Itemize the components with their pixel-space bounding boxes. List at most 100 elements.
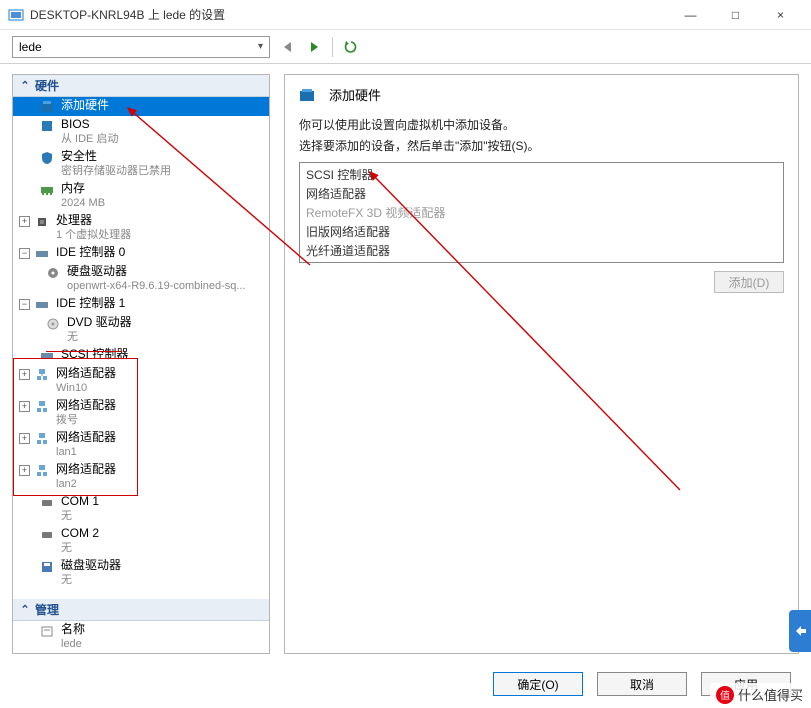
watermark-icon: 值	[716, 686, 734, 704]
ok-button[interactable]: 确定(O)	[493, 672, 583, 696]
cancel-button[interactable]: 取消	[597, 672, 687, 696]
controller-icon	[34, 246, 50, 262]
tree-scsi[interactable]: SCSI 控制器	[13, 346, 269, 365]
maximize-button[interactable]: □	[713, 0, 758, 29]
tree-item-sublabel: lede	[61, 637, 85, 652]
controller-icon	[34, 297, 50, 313]
tree-item-sublabel: 无	[61, 509, 99, 524]
tree-item-label: COM 1	[61, 494, 99, 509]
chip-icon	[39, 118, 55, 134]
tree-dvd[interactable]: DVD 驱动器无	[13, 314, 269, 346]
tree-item-label: DVD 驱动器	[67, 315, 132, 330]
tree-name[interactable]: 名称lede	[13, 621, 269, 653]
side-tab-icon[interactable]	[789, 610, 811, 652]
expander-icon[interactable]: −	[19, 248, 30, 259]
tree-item-label: 硬盘驱动器	[67, 264, 246, 279]
app-icon	[8, 7, 24, 23]
network-icon	[34, 431, 50, 447]
hardware-section-header[interactable]: ⌃ 硬件	[13, 75, 269, 97]
tree-ide1[interactable]: − IDE 控制器 1	[13, 295, 269, 314]
tree-ide0[interactable]: − IDE 控制器 0	[13, 244, 269, 263]
tree-item-label: BIOS	[61, 117, 118, 132]
close-button[interactable]: ×	[758, 0, 803, 29]
tree-item-sublabel: 密钥存储驱动器已禁用	[61, 164, 171, 179]
tree-processor[interactable]: + 处理器1 个虚拟处理器	[13, 212, 269, 244]
network-icon	[34, 399, 50, 415]
expander-icon[interactable]: +	[19, 401, 30, 412]
tree-item-label: 网络适配器	[56, 430, 116, 445]
tree-item-sublabel: 拨号	[56, 413, 116, 428]
tree-com2[interactable]: COM 2无	[13, 525, 269, 557]
window-title: DESKTOP-KNRL94B 上 lede 的设置	[30, 6, 668, 23]
tree-item-sublabel: 无	[61, 573, 121, 588]
tree-security[interactable]: 安全性密钥存储驱动器已禁用	[13, 148, 269, 180]
tree-item-label: SCSI 控制器	[61, 347, 128, 362]
titlebar: DESKTOP-KNRL94B 上 lede 的设置 — □ ×	[0, 0, 811, 30]
tree-item-label: 磁盘驱动器	[61, 558, 121, 573]
cpu-icon	[34, 214, 50, 230]
chevron-up-icon: ⌃	[19, 603, 31, 616]
chevron-down-icon: ▾	[258, 41, 263, 52]
available-devices-list[interactable]: SCSI 控制器 网络适配器 RemoteFX 3D 视频适配器 旧版网络适配器…	[299, 162, 784, 263]
tree-item-label: COM 2	[61, 526, 99, 541]
device-option-legacy-network[interactable]: 旧版网络适配器	[302, 222, 781, 241]
com-port-icon	[39, 527, 55, 543]
controller-icon	[39, 348, 55, 364]
tree-add-hardware[interactable]: 添加硬件	[13, 97, 269, 116]
tree-floppy[interactable]: 磁盘驱动器无	[13, 557, 269, 589]
details-panel: 添加硬件 你可以使用此设置向虚拟机中添加设备。 选择要添加的设备，然后单击"添加…	[284, 74, 799, 654]
expander-icon[interactable]: +	[19, 216, 30, 227]
hardware-tree-panel: ⌃ 硬件 添加硬件 BIOS从 IDE 启动 安全性密钥存储驱动器已禁用 内存2…	[12, 74, 270, 654]
expander-icon[interactable]: +	[19, 369, 30, 380]
expander-icon[interactable]: +	[19, 465, 30, 476]
tree-com1[interactable]: COM 1无	[13, 493, 269, 525]
tree-item-label: 添加硬件	[61, 98, 109, 113]
watermark-text: 什么值得买	[738, 685, 803, 704]
expander-icon[interactable]: −	[19, 299, 30, 310]
add-hardware-icon	[299, 87, 315, 103]
device-option-scsi[interactable]: SCSI 控制器	[302, 165, 781, 184]
dvd-icon	[45, 316, 61, 332]
management-section-header[interactable]: ⌃ 管理	[13, 599, 269, 621]
main-area: ⌃ 硬件 添加硬件 BIOS从 IDE 启动 安全性密钥存储驱动器已禁用 内存2…	[0, 64, 811, 654]
tree-item-sublabel: 从 IDE 启动	[61, 132, 118, 147]
vm-selector-value: lede	[19, 40, 42, 54]
window-controls: — □ ×	[668, 0, 803, 29]
refresh-button[interactable]	[343, 39, 359, 55]
nav-prev-button[interactable]	[280, 39, 296, 55]
tree-item-sublabel: 无	[67, 330, 132, 345]
tree-memory[interactable]: 内存2024 MB	[13, 180, 269, 212]
tree-network-adapter-2[interactable]: + 网络适配器拨号	[13, 397, 269, 429]
add-hardware-icon	[39, 99, 55, 115]
tree-item-label: 网络适配器	[56, 398, 116, 413]
hardware-section-label: 硬件	[35, 77, 59, 94]
nav-next-button[interactable]	[306, 39, 322, 55]
name-icon	[39, 623, 55, 639]
tree-item-label: IDE 控制器 1	[56, 296, 125, 311]
tree-item-sublabel: lan2	[56, 477, 116, 492]
tree-item-label: 安全性	[61, 149, 171, 164]
watermark: 值 什么值得买	[710, 683, 809, 706]
minimize-button[interactable]: —	[668, 0, 713, 29]
device-option-remotefx[interactable]: RemoteFX 3D 视频适配器	[302, 203, 781, 222]
device-option-network[interactable]: 网络适配器	[302, 184, 781, 203]
tree-item-sublabel: lan1	[56, 445, 116, 460]
add-device-button[interactable]: 添加(D)	[714, 271, 784, 293]
tree-network-adapter-3[interactable]: + 网络适配器lan1	[13, 429, 269, 461]
tree-item-label: IDE 控制器 0	[56, 245, 125, 260]
details-title: 添加硬件	[329, 85, 381, 104]
device-option-fiber[interactable]: 光纤通道适配器	[302, 241, 781, 260]
floppy-icon	[39, 559, 55, 575]
memory-icon	[39, 182, 55, 198]
tree-network-adapter-4[interactable]: + 网络适配器lan2	[13, 461, 269, 493]
network-icon	[34, 367, 50, 383]
expander-icon[interactable]: +	[19, 433, 30, 444]
chevron-up-icon: ⌃	[19, 79, 31, 92]
vm-selector-combo[interactable]: lede ▾	[12, 36, 270, 58]
tree-item-sublabel: 无	[61, 541, 99, 556]
management-section-label: 管理	[35, 601, 59, 618]
tree-bios[interactable]: BIOS从 IDE 启动	[13, 116, 269, 148]
tree-network-adapter-1[interactable]: + 网络适配器Win10	[13, 365, 269, 397]
tree-hdd[interactable]: 硬盘驱动器openwrt-x64-R9.6.19-combined-sq...	[13, 263, 269, 295]
network-icon	[34, 463, 50, 479]
